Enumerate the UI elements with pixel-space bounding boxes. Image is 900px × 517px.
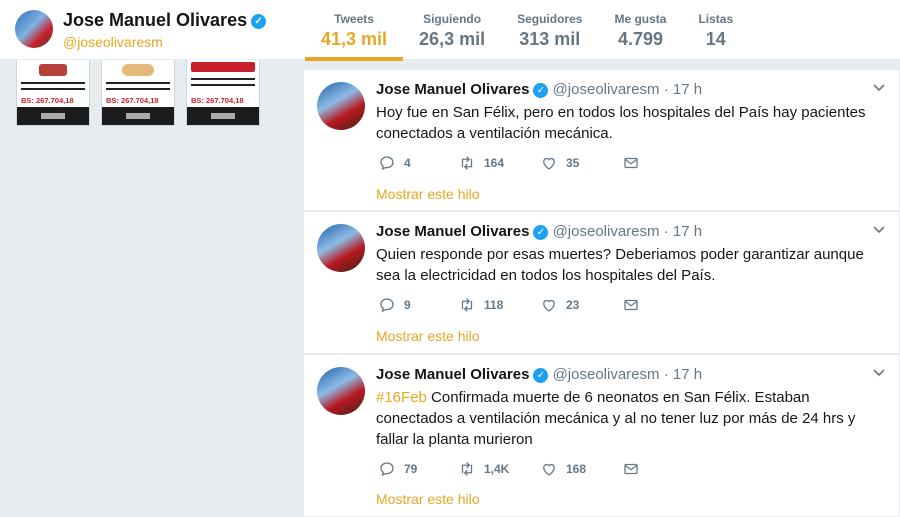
verified-badge-icon: ✓ [533,367,549,383]
meat-image [39,64,67,76]
tweet-text: #16Feb Confirmada muerte de 6 neonatos e… [376,389,856,448]
tweet-avatar[interactable] [317,224,365,272]
direct-message-icon [624,157,638,169]
reply-icon [380,462,394,477]
text-line [106,88,170,90]
tweet-author-name[interactable]: Jose Manuel Olivares [376,223,529,240]
retweet-icon [461,462,473,476]
show-thread-link[interactable]: Mostrar este hilo [376,328,479,344]
stat-lists[interactable]: Listas 14 [682,0,749,60]
tweet-header: Jose Manuel Olivares ✓ @joseolivaresm · 1… [376,223,702,240]
chevron-down-icon[interactable] [873,226,885,234]
stat-tweets[interactable]: Tweets 41,3 mil [305,0,404,61]
salary-price: BS: 267.704,18 [106,96,159,105]
profile-nav-bar: Jose Manuel Olivares ✓ @joseolivaresm Twe… [0,0,900,61]
like-icon [543,463,555,476]
direct-message-icon [624,299,638,311]
tweet-avatar[interactable] [317,367,365,415]
verified-badge-icon: ✓ [533,82,549,98]
text-line [106,82,170,84]
profile-avatar[interactable] [15,10,53,48]
profile-handle[interactable]: @joseolivaresm [63,34,163,50]
price-banner [191,62,255,72]
tweet-actions: 9 118 23 [378,296,640,314]
like-icon [543,157,555,170]
verified-badge-icon: ✓ [251,13,267,29]
tweet-author-handle[interactable]: @joseolivaresm [553,366,660,383]
tweet-avatar[interactable] [317,82,365,130]
tweet-text: Quien responde por esas muertes? Deberia… [376,246,864,284]
direct-message-icon [624,463,638,475]
salary-price: BS: 267.704,18 [21,96,74,105]
reply-icon [380,298,394,313]
direct-message-button[interactable] [622,296,640,314]
reply-button[interactable]: 79 [378,460,458,478]
like-button[interactable]: 23 [540,296,622,314]
profile-name[interactable]: Jose Manuel Olivares ✓ [63,10,267,31]
tweet-author-handle[interactable]: @joseolivaresm [553,223,660,240]
chevron-down-icon[interactable] [873,84,885,92]
show-thread-link[interactable]: Mostrar este hilo [376,186,479,202]
reply-icon [380,156,394,171]
salary-price: BS: 267.704,18 [191,96,244,105]
reply-button[interactable]: 4 [378,154,458,172]
like-button[interactable]: 168 [540,460,622,478]
profile-stats: Tweets 41,3 mil Siguiendo 26,3 mil Segui… [305,0,749,61]
media-thumbnail[interactable]: BS: 267.704,18 [16,60,90,126]
retweet-icon [461,298,473,312]
retweet-button[interactable]: 164 [458,154,540,172]
tweet-header: Jose Manuel Olivares ✓ @joseolivaresm · 1… [376,81,702,98]
verified-badge-icon: ✓ [533,224,549,240]
like-icon [543,299,555,312]
tweet-author-name[interactable]: Jose Manuel Olivares [376,366,529,383]
retweet-button[interactable]: 1,4K [458,460,540,478]
tweet-timestamp[interactable]: · 17 h [664,366,702,383]
photos-videos-grid: BS: 267.704,18 BS: 267.704,18 BS: 267.70… [16,60,260,126]
media-thumbnail[interactable]: BS: 267.704,18 [101,60,175,126]
tweet[interactable]: Jose Manuel Olivares ✓ @joseolivaresm · 1… [303,69,900,211]
tweet-actions: 79 1,4K 168 [378,460,640,478]
thumb-footer [102,107,174,125]
eggs-image [122,64,154,76]
tweet-actions: 4 164 35 [378,154,640,172]
show-thread-link[interactable]: Mostrar este hilo [376,491,479,507]
thumb-footer [17,107,89,125]
direct-message-button[interactable] [622,460,640,478]
chevron-down-icon[interactable] [873,369,885,377]
like-button[interactable]: 35 [540,154,622,172]
thumb-footer [187,107,259,125]
retweet-icon [461,156,473,170]
text-line [191,78,255,80]
media-thumbnail[interactable]: BS: 267.704,18 [186,60,260,126]
tweet-timestamp[interactable]: · 17 h [664,223,702,240]
tweet-text: Hoy fue en San Félix, pero en todos los … [376,104,866,142]
stat-followers[interactable]: Seguidores 313 mil [501,0,598,60]
reply-button[interactable]: 9 [378,296,458,314]
stat-following[interactable]: Siguiendo 26,3 mil [403,0,501,60]
tweet-header: Jose Manuel Olivares ✓ @joseolivaresm · 1… [376,366,702,383]
tweet[interactable]: Jose Manuel Olivares ✓ @joseolivaresm · 1… [303,211,900,354]
tweet-hashtag[interactable]: #16Feb [376,389,427,406]
tweet-timestamp[interactable]: · 17 h [664,81,702,98]
stat-likes[interactable]: Me gusta 4.799 [598,0,682,60]
text-line [21,82,85,84]
text-line [21,88,85,90]
text-line [191,84,255,86]
direct-message-button[interactable] [622,154,640,172]
tweet[interactable]: Jose Manuel Olivares ✓ @joseolivaresm · 1… [303,354,900,517]
tweet-author-name[interactable]: Jose Manuel Olivares [376,81,529,98]
tweet-author-handle[interactable]: @joseolivaresm [553,81,660,98]
retweet-button[interactable]: 118 [458,296,540,314]
